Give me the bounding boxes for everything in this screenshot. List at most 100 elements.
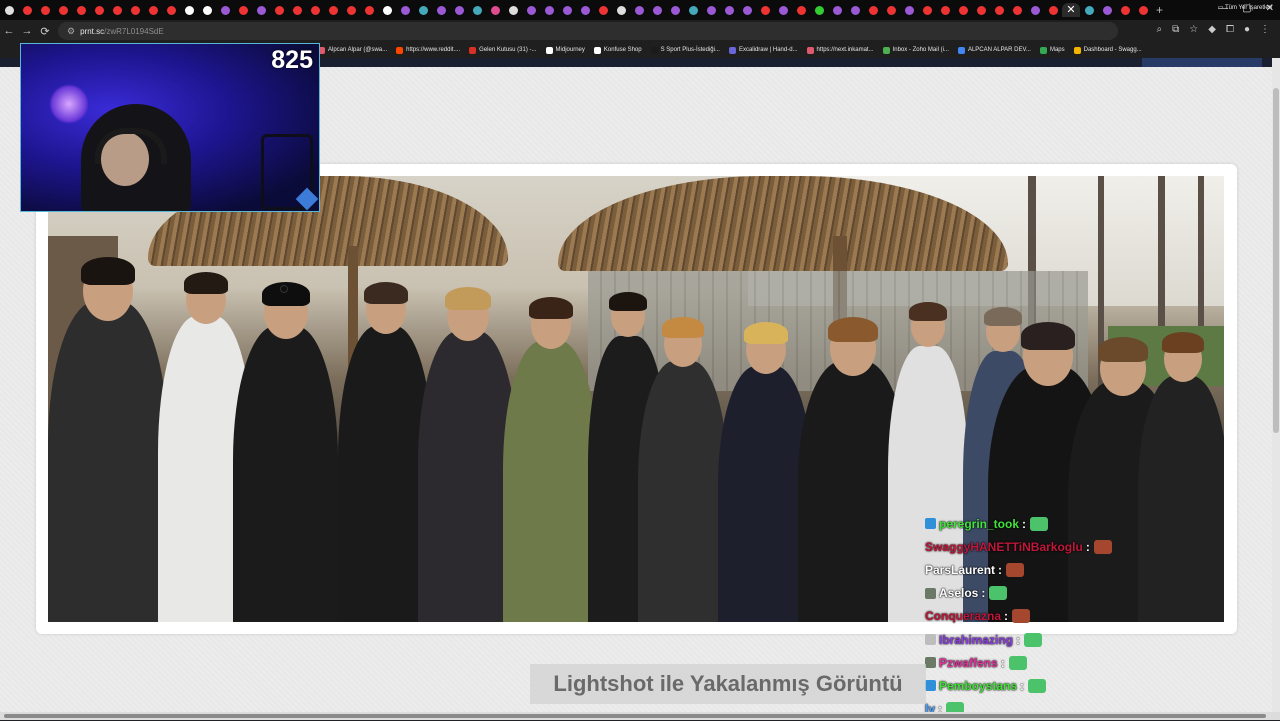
- browser-tab[interactable]: [288, 3, 306, 17]
- browser-tab[interactable]: [0, 3, 18, 17]
- browser-tab[interactable]: [666, 3, 684, 17]
- browser-tab[interactable]: [576, 3, 594, 17]
- browser-tab[interactable]: [882, 3, 900, 17]
- browser-tab[interactable]: [270, 3, 288, 17]
- browser-tab[interactable]: [1044, 3, 1062, 17]
- bookmark-item[interactable]: Midjourney: [545, 46, 585, 54]
- browser-tab[interactable]: [414, 3, 432, 17]
- browser-tab[interactable]: [828, 3, 846, 17]
- hscroll-thumb[interactable]: [4, 714, 1266, 718]
- browser-tab[interactable]: [324, 3, 342, 17]
- bookmark-item[interactable]: https://next.inkamat...: [806, 46, 874, 54]
- browser-tab[interactable]: [558, 3, 576, 17]
- browser-tab[interactable]: [126, 3, 144, 17]
- browser-tab[interactable]: [702, 3, 720, 17]
- browser-tab[interactable]: [450, 3, 468, 17]
- browser-tab[interactable]: [162, 3, 180, 17]
- close-tab-icon[interactable]: ✕: [1066, 4, 1075, 16]
- browser-tab[interactable]: [1098, 3, 1116, 17]
- browser-tab[interactable]: [252, 3, 270, 17]
- bookmark-item[interactable]: S Sport Plus-İstediği...: [650, 46, 720, 54]
- scroll-thumb[interactable]: [1273, 88, 1279, 433]
- browser-tab[interactable]: [612, 3, 630, 17]
- browser-tab[interactable]: [216, 3, 234, 17]
- horizontal-scrollbar[interactable]: [0, 712, 1280, 720]
- address-bar[interactable]: ⚙ prnt.sc /zwR7L0194SdE: [58, 22, 1118, 40]
- browser-tab[interactable]: [54, 3, 72, 17]
- browser-tab[interactable]: [108, 3, 126, 17]
- browser-tab[interactable]: [306, 3, 324, 17]
- browser-tab[interactable]: [504, 3, 522, 17]
- browser-tab[interactable]: [468, 3, 486, 17]
- vertical-scrollbar[interactable]: [1272, 58, 1280, 712]
- browser-tab[interactable]: [774, 3, 792, 17]
- bookmark-item[interactable]: Dashboard - Swagg...: [1073, 46, 1142, 54]
- browser-tab[interactable]: ✕: [1062, 3, 1080, 17]
- browser-tab[interactable]: [396, 3, 414, 17]
- browser-tab[interactable]: [144, 3, 162, 17]
- bookmark-label: Maps: [1049, 47, 1065, 53]
- browser-tab[interactable]: [234, 3, 252, 17]
- zoom-icon[interactable]: ⌕: [1157, 24, 1163, 35]
- browser-tab[interactable]: [810, 3, 828, 17]
- browser-tab[interactable]: [90, 3, 108, 17]
- browser-tab[interactable]: [342, 3, 360, 17]
- browser-tab[interactable]: [900, 3, 918, 17]
- browser-tab[interactable]: [846, 3, 864, 17]
- browser-tab[interactable]: [360, 3, 378, 17]
- bookmark-item[interactable]: Inbox - Zoho Mail (i...: [882, 46, 949, 54]
- bookmark-item[interactable]: Alpcan Alpar (@swa...: [318, 46, 387, 54]
- new-tab-icon[interactable]: +: [1156, 3, 1163, 17]
- browser-tab[interactable]: [936, 3, 954, 17]
- browser-tab[interactable]: [36, 3, 54, 17]
- browser-tab[interactable]: [864, 3, 882, 17]
- browser-tab[interactable]: [1116, 3, 1134, 17]
- chat-badge-icon: [925, 657, 936, 669]
- browser-tab[interactable]: [1008, 3, 1026, 17]
- browser-tab[interactable]: [522, 3, 540, 17]
- bookmark-item[interactable]: Maps: [1039, 46, 1065, 54]
- profile-icon[interactable]: ●: [1244, 24, 1250, 35]
- browser-tab[interactable]: [180, 3, 198, 17]
- extensions-puzzle-icon[interactable]: ⧠: [1226, 24, 1234, 35]
- tab-favicon-icon: [886, 5, 896, 15]
- forward-icon[interactable]: →: [18, 25, 36, 37]
- all-bookmarks[interactable]: ▭ Tüm Yer İşaretleri: [1218, 4, 1272, 11]
- bookmark-item[interactable]: https://www.reddit....: [396, 46, 460, 54]
- browser-tab[interactable]: [630, 3, 648, 17]
- browser-tab[interactable]: [1134, 3, 1152, 17]
- bookmark-star-icon[interactable]: ☆: [1189, 24, 1198, 35]
- reload-icon[interactable]: ⟳: [36, 25, 54, 38]
- browser-tab[interactable]: [1080, 3, 1098, 17]
- browser-tab[interactable]: [18, 3, 36, 17]
- browser-tab[interactable]: [720, 3, 738, 17]
- browser-tab[interactable]: [756, 3, 774, 17]
- bookmark-item[interactable]: Konfuse Shop: [593, 46, 642, 54]
- browser-tab[interactable]: [432, 3, 450, 17]
- bookmark-item[interactable]: Gelen Kutusu (31) -...: [469, 46, 537, 54]
- browser-tab[interactable]: [684, 3, 702, 17]
- browser-tab[interactable]: [486, 3, 504, 17]
- bookmark-item[interactable]: ALPCAN ALPAR DEV...: [957, 46, 1031, 54]
- browser-tab[interactable]: [954, 3, 972, 17]
- browser-tab[interactable]: [918, 3, 936, 17]
- browser-tab[interactable]: [648, 3, 666, 17]
- browser-tab[interactable]: [1026, 3, 1044, 17]
- extension-icon[interactable]: ◆: [1208, 24, 1216, 35]
- browser-tab[interactable]: [72, 3, 90, 17]
- browser-tab[interactable]: [378, 3, 396, 17]
- browser-tab[interactable]: [972, 3, 990, 17]
- tab-favicon-icon: [652, 5, 662, 15]
- browser-tab[interactable]: [198, 3, 216, 17]
- browser-tab[interactable]: [792, 3, 810, 17]
- bookmark-item[interactable]: Excalidraw | Hand-d...: [728, 46, 798, 54]
- browser-tab[interactable]: [540, 3, 558, 17]
- person-body: [48, 301, 168, 622]
- browser-tab[interactable]: [990, 3, 1008, 17]
- browser-tab[interactable]: [738, 3, 756, 17]
- menu-icon[interactable]: ⋮: [1260, 24, 1270, 35]
- install-icon[interactable]: ⧉: [1172, 24, 1179, 35]
- browser-tab[interactable]: [594, 3, 612, 17]
- site-info-icon[interactable]: ⚙: [67, 26, 75, 37]
- back-icon[interactable]: ←: [0, 25, 18, 37]
